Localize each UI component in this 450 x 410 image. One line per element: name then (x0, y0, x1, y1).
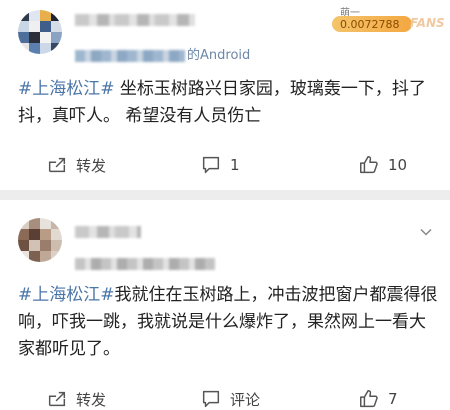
share-button[interactable]: 转发 (46, 386, 106, 410)
hashtag-link[interactable]: #上海松江# (18, 79, 115, 99)
badge-fans-tag: FANS (410, 16, 445, 30)
like-button[interactable]: 10 (358, 152, 407, 178)
comment-icon (202, 156, 220, 174)
action-bar: 转发 1 10 (0, 152, 450, 178)
like-count: 7 (388, 390, 398, 408)
post-source (75, 256, 217, 271)
share-label: 转发 (76, 390, 107, 409)
share-label: 转发 (76, 156, 107, 175)
comment-card: #上海松江#我就住在玉树路上，冲击波把窗户都震得很响，吓我一跳，我就说是什么爆炸… (0, 200, 450, 410)
username-blurred[interactable] (75, 226, 141, 238)
avatar[interactable] (18, 218, 62, 262)
hashtag-link[interactable]: #上海松江# (18, 285, 115, 305)
share-icon (48, 157, 66, 173)
comment-label: 评论 (230, 390, 261, 409)
like-button[interactable]: 7 (358, 386, 398, 410)
badge-value: 0.0072788 (340, 18, 400, 31)
post-text: #上海松江#我就住在玉树路上，冲击波把窗户都震得很响，吓我一跳，我就说是什么爆炸… (18, 282, 438, 363)
comment-button[interactable]: 评论 (200, 386, 260, 410)
post-source: 的Android (75, 44, 250, 63)
avatar[interactable] (18, 10, 62, 54)
chevron-down-icon[interactable] (420, 226, 432, 238)
share-icon (48, 391, 66, 407)
post-text: #上海松江# 坐标玉树路兴日家园，玻璃轰一下，抖了抖，真吓人。 希望没有人员伤亡 (18, 76, 438, 130)
avatar-mosaic (18, 218, 62, 262)
action-bar: 转发 评论 7 (0, 386, 450, 410)
comment-button[interactable]: 1 (200, 152, 240, 178)
fan-badge[interactable]: 萌一 0.0072788 FANS (326, 4, 445, 34)
comment-card: 的Android 萌一 0.0072788 FANS #上海松江# 坐标玉树路兴… (0, 0, 450, 190)
comment-count: 1 (230, 156, 240, 174)
source-device: 的Android (187, 48, 251, 63)
like-icon (360, 390, 378, 408)
source-blurred (75, 257, 215, 270)
like-count: 10 (388, 156, 408, 174)
share-button[interactable]: 转发 (46, 152, 106, 178)
username-blurred[interactable] (75, 14, 195, 26)
source-blurred (75, 49, 185, 62)
avatar-mosaic (18, 10, 62, 54)
comment-icon (202, 390, 220, 408)
like-icon (360, 156, 378, 174)
